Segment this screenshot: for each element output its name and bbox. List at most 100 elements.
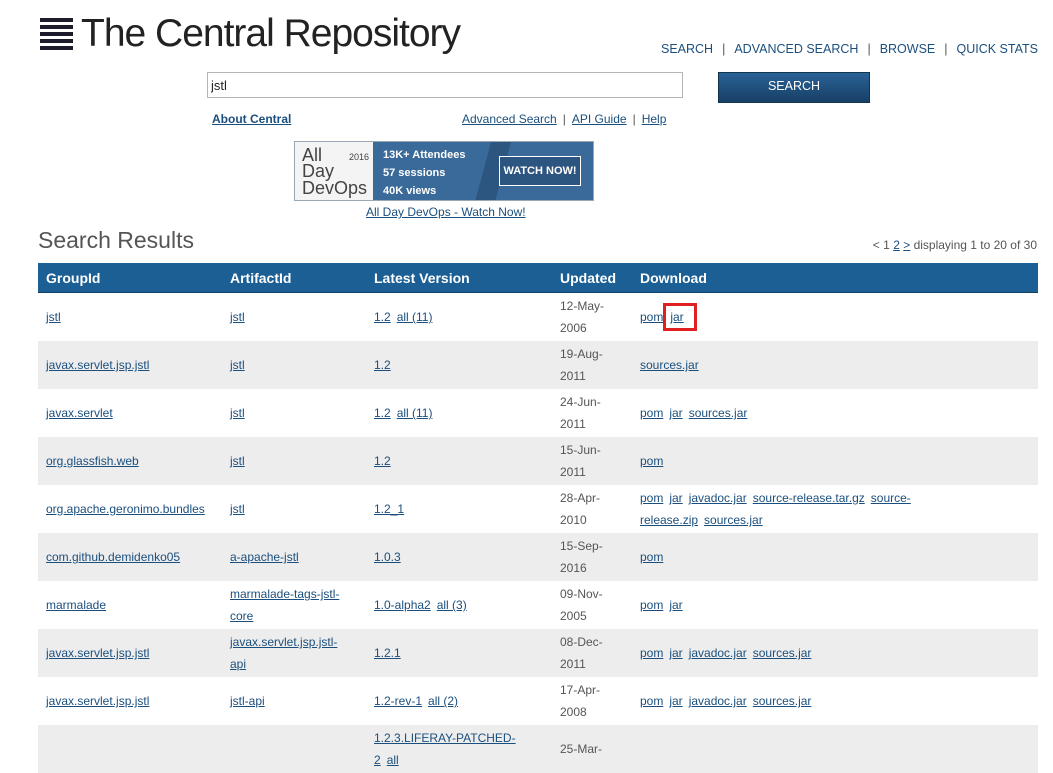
- groupid-link[interactable]: javax.servlet: [46, 406, 113, 420]
- artifactid-link[interactable]: jstl: [230, 406, 245, 420]
- version-link[interactable]: 1.2: [374, 358, 391, 372]
- version-link[interactable]: 1.2.1: [374, 646, 401, 660]
- download-link-pom[interactable]: pom: [640, 646, 663, 660]
- all-versions-link[interactable]: all (2): [428, 694, 458, 708]
- download-cell: pom jar javadoc.jar source-release.tar.gz so…: [632, 485, 1038, 533]
- banner-stat-attendees: 13K+ Attendees: [383, 149, 466, 161]
- nav-search[interactable]: SEARCH: [661, 42, 713, 56]
- artifactid-link[interactable]: jstl-api: [230, 694, 265, 708]
- artifactid-link[interactable]: a-apache-jstl: [230, 550, 299, 564]
- search-input[interactable]: [207, 72, 683, 98]
- artifactid-link[interactable]: jstl: [230, 310, 245, 324]
- updated-cell: 25-Mar-: [552, 725, 632, 773]
- download-link-pom[interactable]: pom: [640, 406, 663, 420]
- artifactid-link[interactable]: jstl: [230, 454, 245, 468]
- artifactid-link[interactable]: jstl: [230, 358, 245, 372]
- groupid-cell: com.github.demidenko05: [38, 533, 222, 581]
- site-logo[interactable]: The Central Repository: [40, 12, 461, 56]
- search-button[interactable]: SEARCH: [718, 72, 870, 103]
- version-link[interactable]: 1.0-alpha2: [374, 598, 431, 612]
- updated-cell: 15-Jun-2011: [552, 437, 632, 485]
- version-link[interactable]: 1.2: [374, 406, 391, 420]
- version-cell: 1.2-rev-1 all (2): [366, 677, 552, 725]
- download-link-javadoc-jar[interactable]: javadoc.jar: [689, 646, 747, 660]
- groupid-link[interactable]: jstl: [46, 310, 61, 324]
- groupid-cell: javax.servlet.jsp.jstl: [38, 341, 222, 389]
- artifactid-link[interactable]: jstl: [230, 502, 245, 516]
- artifactid-link[interactable]: marmalade-tags-jstl-core: [230, 587, 339, 623]
- all-day-devops-banner[interactable]: All 2016 Day DevOps 13K+ Attendees 57 se…: [294, 141, 594, 201]
- download-link-sources-jar[interactable]: sources.jar: [640, 358, 699, 372]
- table-row: marmalade marmalade-tags-jstl-core 1.0-alp…: [38, 581, 1038, 629]
- all-versions-link[interactable]: all (11): [397, 310, 433, 324]
- version-link[interactable]: 1.2: [374, 310, 391, 324]
- groupid-link[interactable]: javax.servlet.jsp.jstl: [46, 694, 149, 708]
- api-guide-link[interactable]: API Guide: [572, 112, 627, 126]
- download-link-jar[interactable]: jar: [669, 646, 682, 660]
- artifactid-cell: jstl-api: [222, 677, 366, 725]
- highlight-box: jar: [663, 303, 697, 331]
- download-link-pom[interactable]: pom: [640, 598, 663, 612]
- download-cell: pom jar sources.jar: [632, 389, 1038, 437]
- download-cell: [632, 725, 1038, 773]
- version-cell: 1.2 all (11): [366, 293, 552, 342]
- download-link-jar[interactable]: jar: [669, 491, 682, 505]
- download-link-sources-jar[interactable]: sources.jar: [753, 646, 812, 660]
- banner-stat-views: 40K views: [383, 185, 437, 197]
- version-link[interactable]: 1.2_1: [374, 502, 404, 516]
- watch-now-button[interactable]: WATCH NOW!: [499, 156, 581, 186]
- download-link-jar[interactable]: jar: [670, 310, 683, 324]
- all-versions-link[interactable]: all (11): [397, 406, 433, 420]
- all-versions-link[interactable]: all (3): [437, 598, 467, 612]
- download-link-pom[interactable]: pom: [640, 694, 663, 708]
- version-cell: 1.0.3: [366, 533, 552, 581]
- advanced-search-link[interactable]: Advanced Search: [462, 112, 557, 126]
- banner-stat-sessions: 57 sessions: [383, 167, 446, 179]
- artifactid-link[interactable]: javax.servlet.jsp.jstl-api: [230, 635, 337, 671]
- download-link-pom[interactable]: pom: [640, 550, 663, 564]
- groupid-link[interactable]: marmalade: [46, 598, 106, 612]
- nav-quick-stats[interactable]: QUICK STATS: [957, 42, 1039, 56]
- download-link-javadoc-jar[interactable]: javadoc.jar: [689, 491, 747, 505]
- version-link[interactable]: 1.2-rev-1: [374, 694, 422, 708]
- all-versions-link[interactable]: all: [387, 753, 399, 767]
- version-link[interactable]: 1.2: [374, 454, 391, 468]
- table-row: javax.servlet.jsp.jstl jstl-api 1.2-rev-1 a…: [38, 677, 1038, 725]
- download-link-pom[interactable]: pom: [640, 310, 663, 324]
- download-link-jar[interactable]: jar: [669, 598, 682, 612]
- groupid-link[interactable]: org.glassfish.web: [46, 454, 139, 468]
- version-cell: 1.0-alpha2 all (3): [366, 581, 552, 629]
- download-link-jar[interactable]: jar: [669, 406, 682, 420]
- updated-cell: 17-Apr-2008: [560, 683, 601, 719]
- version-cell: 1.2.3.LIFERAY-PATCHED-2 all: [366, 725, 552, 773]
- groupid-link[interactable]: javax.servlet.jsp.jstl: [46, 646, 149, 660]
- page-2-link[interactable]: 2: [893, 238, 900, 252]
- download-cell: pom: [632, 437, 1038, 485]
- table-header-row: GroupId ArtifactId Latest Version Update…: [38, 263, 1038, 293]
- nav-browse[interactable]: BROWSE: [880, 42, 936, 56]
- download-link-sources-jar[interactable]: sources.jar: [753, 694, 812, 708]
- help-link[interactable]: Help: [642, 112, 667, 126]
- table-row: javax.servlet jstl 1.2 all (11) 24-Jun-2011 p…: [38, 389, 1038, 437]
- download-link-jar[interactable]: jar: [669, 694, 682, 708]
- updated-cell: 12-May-2006: [560, 299, 605, 335]
- download-link-sources-jar[interactable]: sources.jar: [704, 513, 763, 527]
- nav-advanced-search[interactable]: ADVANCED SEARCH: [734, 42, 858, 56]
- banner-link[interactable]: All Day DevOps - Watch Now!: [366, 205, 526, 219]
- prev-page-link[interactable]: <: [873, 238, 880, 252]
- col-latest-version: Latest Version: [366, 263, 552, 293]
- groupid-link[interactable]: com.github.demidenko05: [46, 550, 180, 564]
- download-link-source-release-tar-gz[interactable]: source-release.tar.gz: [753, 491, 865, 505]
- table-row: jstl jstl 1.2 all (11) 12-May-2006 pom jar: [38, 293, 1038, 342]
- download-link-sources-jar[interactable]: sources.jar: [689, 406, 748, 420]
- download-link-pom[interactable]: pom: [640, 491, 663, 505]
- download-link-javadoc-jar[interactable]: javadoc.jar: [689, 694, 747, 708]
- about-central-link[interactable]: About Central: [212, 112, 291, 126]
- groupid-link[interactable]: javax.servlet.jsp.jstl: [46, 358, 149, 372]
- download-link-pom[interactable]: pom: [640, 454, 663, 468]
- next-page-link[interactable]: >: [903, 238, 910, 252]
- groupid-link[interactable]: org.apache.geronimo.bundles: [46, 502, 205, 516]
- col-download: Download: [632, 263, 1038, 293]
- updated-cell: 15-Sep-2016: [552, 533, 632, 581]
- version-link[interactable]: 1.0.3: [374, 550, 401, 564]
